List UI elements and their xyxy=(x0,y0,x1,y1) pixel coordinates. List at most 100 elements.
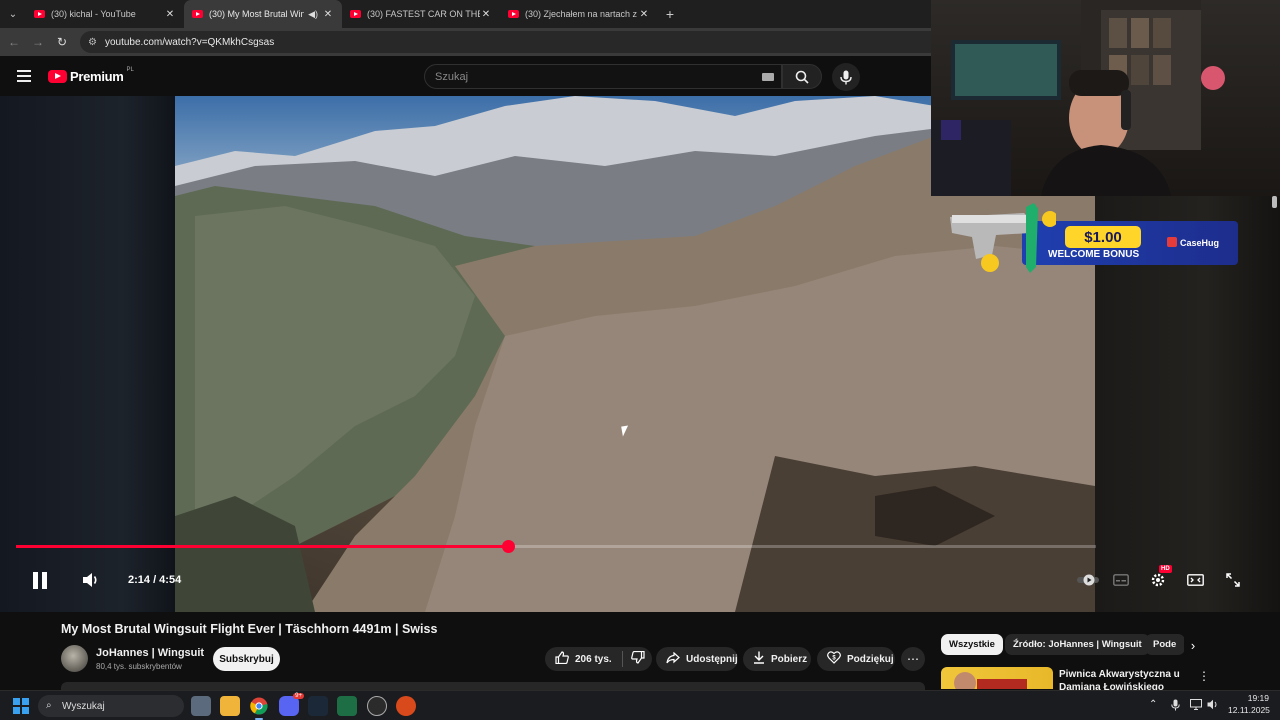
promo-amount: $1.00 xyxy=(1065,226,1141,248)
excel-icon[interactable] xyxy=(337,696,357,716)
windows-taskbar: ⌕ Wyszukaj 9+ ⌃ xyxy=(0,690,1280,720)
logo-text: Premium xyxy=(70,69,124,84)
volume-button[interactable] xyxy=(80,570,102,590)
dislike-icon[interactable] xyxy=(630,650,645,667)
share-label: Udostępnij xyxy=(686,653,738,665)
recommendation-title[interactable]: Piwnica Akwarystyczna u Damiana Łowiński… xyxy=(1059,668,1184,690)
chevron-right-icon[interactable]: › xyxy=(1184,636,1202,654)
channel-name[interactable]: JoHannes | Wingsuit xyxy=(96,647,204,659)
url-text: youtube.com/watch?v=QKMkhCsgsas xyxy=(104,36,275,48)
tab-title: (30) Zjechałem na nartach z Mo xyxy=(525,9,638,19)
autoplay-icon xyxy=(1077,574,1099,586)
reload-icon[interactable]: ↻ xyxy=(50,35,74,49)
thumbnail-art xyxy=(954,672,1027,689)
youtube-favicon-icon xyxy=(192,10,203,18)
back-arrow-icon[interactable]: ← xyxy=(2,35,26,49)
recommendation-menu-icon[interactable]: ⋮ xyxy=(1198,669,1210,683)
like-count[interactable]: 206 tys. xyxy=(575,654,612,665)
app-icon-orange[interactable] xyxy=(396,696,416,716)
forward-arrow-icon[interactable]: → xyxy=(26,35,50,49)
discord-icon[interactable]: 9+ xyxy=(279,693,304,716)
channel-avatar[interactable] xyxy=(61,645,88,672)
volume-tray-icon[interactable] xyxy=(1207,699,1219,713)
network-icon[interactable] xyxy=(1190,699,1202,713)
new-tab-button[interactable]: + xyxy=(658,6,682,22)
tab-close-icon[interactable]: ✕ xyxy=(480,9,492,20)
thanks-button[interactable]: $ Podziękuj xyxy=(817,647,895,671)
like-dislike-group: 206 tys. xyxy=(545,647,652,671)
youtube-favicon-icon xyxy=(34,10,45,18)
obs-icon[interactable] xyxy=(367,696,387,716)
download-button[interactable]: Pobierz xyxy=(743,647,811,671)
task-view-icon[interactable] xyxy=(191,696,211,716)
address-bar[interactable]: ⚙ youtube.com/watch?v=QKMkhCsgsas xyxy=(80,31,980,53)
download-label: Pobierz xyxy=(771,653,808,665)
tab-close-icon[interactable]: ✕ xyxy=(322,9,334,20)
tab-fastest-car[interactable]: (30) FASTEST CAR ON THE PLAN ✕ xyxy=(342,0,500,28)
search-icon: ⌕ xyxy=(46,700,52,711)
progress-scrubber-handle[interactable] xyxy=(502,540,515,553)
subtitles-button[interactable] xyxy=(1109,568,1133,592)
youtube-logo-icon xyxy=(48,70,67,83)
tab-search-dropdown-icon[interactable]: ⌄ xyxy=(0,0,26,28)
chrome-icon[interactable] xyxy=(249,696,269,720)
video-progress-bar[interactable] xyxy=(16,540,1096,553)
taskbar-search-box[interactable]: ⌕ Wyszukaj xyxy=(38,695,184,717)
search-icon xyxy=(795,70,809,84)
chip-related[interactable]: Pode xyxy=(1145,634,1185,655)
logo-country-code: PL xyxy=(126,66,134,73)
promo-brand: CaseHug xyxy=(1167,237,1219,248)
site-info-icon[interactable]: ⚙ xyxy=(88,37,97,48)
tab-title: (30) FASTEST CAR ON THE PLAN xyxy=(367,9,480,19)
like-icon[interactable] xyxy=(555,651,569,667)
taskbar-clock-time[interactable]: 19:19 xyxy=(1247,693,1269,703)
page-scrollbar[interactable] xyxy=(1272,196,1277,208)
steam-icon[interactable] xyxy=(308,696,328,716)
file-explorer-icon[interactable] xyxy=(220,696,240,716)
tab-wingsuit[interactable]: (30) My Most Brutal Wingsu ◀) ✕ xyxy=(184,0,342,28)
subscriber-count: 80,4 tys. subskrybentów xyxy=(96,662,182,671)
description-box[interactable] xyxy=(61,682,925,690)
time-display: 2:14 / 4:54 xyxy=(128,574,182,586)
theater-mode-button[interactable] xyxy=(1183,568,1207,592)
more-actions-button[interactable]: ⋯ xyxy=(901,647,925,671)
thanks-heart-icon: $ xyxy=(827,651,841,667)
progress-played xyxy=(16,545,508,548)
screen: ⌄ (30) kichal - YouTube ✕ (30) My Most B… xyxy=(0,0,1280,720)
tab-title: (30) My Most Brutal Wingsu xyxy=(209,9,305,19)
youtube-premium-logo[interactable]: Premium PL xyxy=(48,66,134,84)
keyboard-icon[interactable] xyxy=(762,73,774,81)
autoplay-toggle[interactable] xyxy=(1076,568,1100,592)
pause-button[interactable] xyxy=(28,568,52,592)
share-button[interactable]: Udostępnij xyxy=(656,647,738,671)
recommendation-thumbnail[interactable] xyxy=(941,667,1053,689)
menu-icon[interactable] xyxy=(17,70,31,82)
chip-source-channel[interactable]: Źródło: JoHannes | Wingsuit xyxy=(1005,634,1150,655)
ambient-side-left xyxy=(0,96,175,612)
audio-playing-icon[interactable]: ◀) xyxy=(308,9,318,20)
tab-narty[interactable]: (30) Zjechałem na nartach z Mo ✕ xyxy=(500,0,658,28)
chip-all[interactable]: Wszystkie xyxy=(941,634,1003,655)
search-input[interactable]: Szukaj xyxy=(424,64,782,89)
tab-kichal[interactable]: (30) kichal - YouTube ✕ xyxy=(26,0,184,28)
subscribe-button[interactable]: Subskrybuj xyxy=(213,647,280,671)
youtube-favicon-icon xyxy=(508,10,519,18)
pistol-icon xyxy=(950,203,1056,273)
voice-search-button[interactable] xyxy=(832,63,860,91)
casehug-promo-banner[interactable]: $1.00 WELCOME BONUS CaseHug xyxy=(946,203,1238,273)
taskbar-search-placeholder: Wyszukaj xyxy=(62,700,105,712)
tab-close-icon[interactable]: ✕ xyxy=(164,9,176,20)
promo-brand-text: CaseHug xyxy=(1180,238,1220,248)
taskbar-clock-date[interactable]: 12.11.2025 xyxy=(1228,705,1270,715)
webcam-scene xyxy=(931,0,1225,196)
tab-close-icon[interactable]: ✕ xyxy=(638,9,650,20)
search-button[interactable] xyxy=(782,64,822,89)
microphone-tray-icon[interactable] xyxy=(1171,699,1180,714)
windows-start-icon[interactable] xyxy=(13,698,29,714)
speaker-icon xyxy=(83,573,97,587)
fullscreen-button[interactable] xyxy=(1221,568,1245,592)
tab-title: (30) kichal - YouTube xyxy=(51,9,136,19)
theater-icon xyxy=(1186,574,1204,586)
tray-overflow-icon[interactable]: ⌃ xyxy=(1149,699,1157,710)
video-title: My Most Brutal Wingsuit Flight Ever | Tä… xyxy=(61,622,438,636)
